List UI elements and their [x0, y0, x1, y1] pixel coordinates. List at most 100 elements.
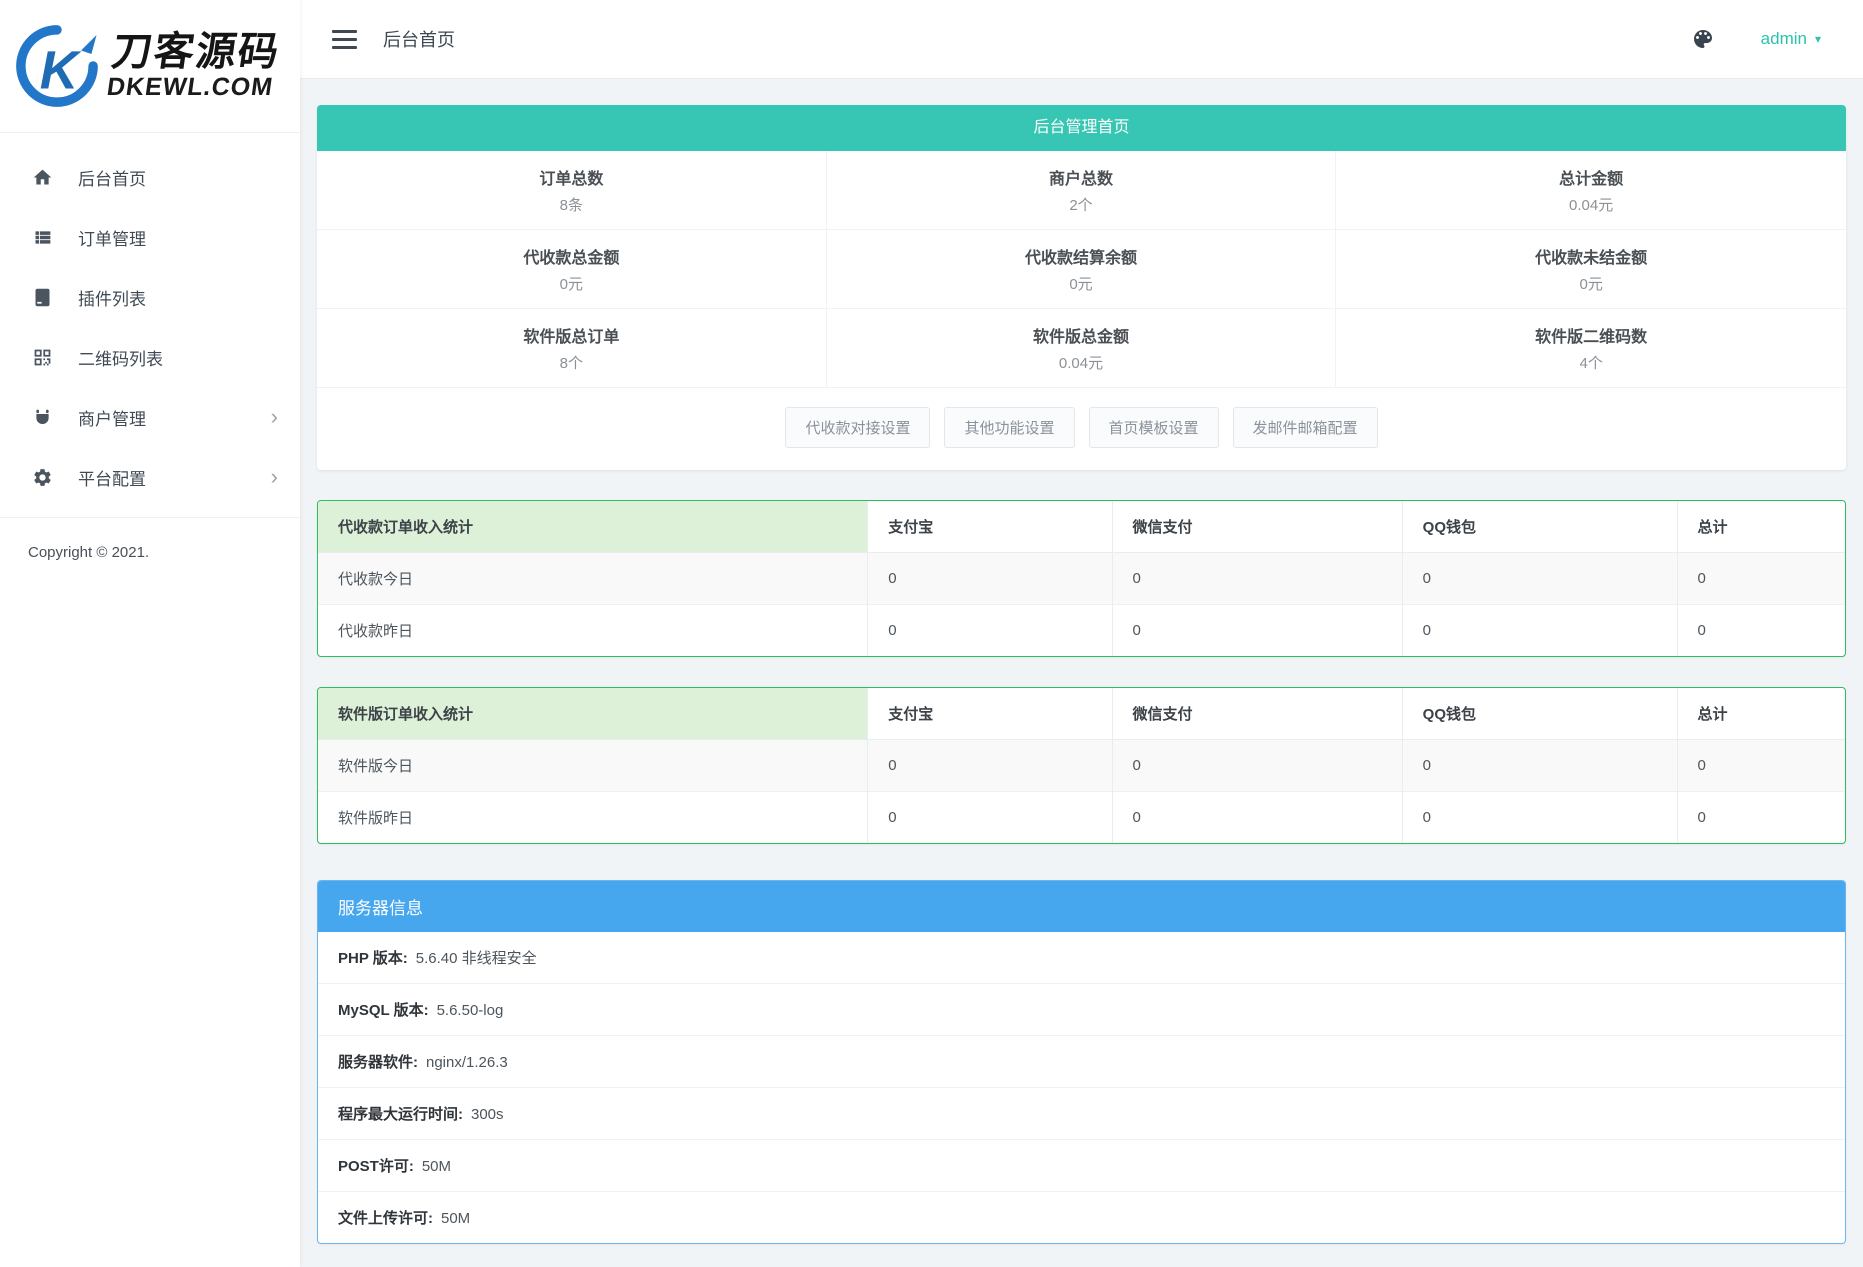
email-config-button[interactable]: 发邮件邮箱配置 — [1233, 407, 1378, 448]
logo[interactable]: K 刀客源码 DKEWL.COM — [0, 0, 300, 133]
collection-income-table: 代收款订单收入统计 支付宝 微信支付 QQ钱包 总计 代收款今日 0 0 0 — [317, 500, 1846, 657]
stat-label: 代收款结算余额 — [1025, 244, 1137, 268]
stat-label: 软件版二维码数 — [1535, 323, 1647, 347]
sidebar-item-merchants[interactable]: 商户管理 › — [0, 387, 300, 447]
stat-value: 8个 — [560, 352, 583, 373]
server-row-software: 服务器软件: nginx/1.26.3 — [318, 1036, 1845, 1088]
theme-palette-icon[interactable] — [1691, 27, 1715, 51]
stat-label: 总计金额 — [1559, 165, 1623, 189]
stat-value: 8条 — [560, 194, 583, 215]
sidebar-item-qrcodes[interactable]: 二维码列表 — [0, 327, 300, 387]
logo-subtitle: DKEWL.COM — [105, 73, 277, 102]
table-header-row: 代收款订单收入统计 支付宝 微信支付 QQ钱包 总计 — [318, 501, 1845, 553]
dashboard-panel-title: 后台管理首页 — [317, 105, 1846, 151]
table-row: 代收款昨日 0 0 0 0 — [318, 605, 1845, 657]
server-row-upload-limit: 文件上传许可: 50M — [318, 1192, 1845, 1243]
row-label: 代收款今日 — [318, 553, 868, 605]
column-header-alipay: 支付宝 — [868, 501, 1112, 553]
cell-value: 0 — [1402, 792, 1677, 844]
stat-collection-unsettled: 代收款未结金额 0元 — [1336, 230, 1846, 309]
home-icon — [30, 165, 54, 189]
cell-value: 0 — [1677, 792, 1845, 844]
column-header-total: 总计 — [1677, 688, 1845, 740]
stat-software-qrcodes: 软件版二维码数 4个 — [1336, 309, 1846, 388]
server-row-label: 程序最大运行时间: — [338, 1106, 463, 1123]
chevron-right-icon: › — [271, 466, 278, 488]
cell-value: 0 — [1677, 553, 1845, 605]
other-functions-button[interactable]: 其他功能设置 — [944, 407, 1074, 448]
main-column: 后台首页 admin ▾ 后台管理首页 订单总数 8条 — [300, 0, 1863, 1267]
table-header-row: 软件版订单收入统计 支付宝 微信支付 QQ钱包 总计 — [318, 688, 1845, 740]
server-row-label: MySQL 版本: — [338, 1002, 429, 1019]
row-label: 软件版昨日 — [318, 792, 868, 844]
sidebar-footer: Copyright © 2021. — [0, 517, 300, 587]
sidebar-item-platform-config[interactable]: 平台配置 › — [0, 447, 300, 507]
server-row-php: PHP 版本: 5.6.40 非线程安全 — [318, 932, 1845, 984]
qrcode-icon — [30, 345, 54, 369]
cell-value: 0 — [1112, 740, 1402, 792]
cell-value: 0 — [868, 553, 1112, 605]
server-row-label: 文件上传许可: — [338, 1210, 433, 1227]
column-header-qq: QQ钱包 — [1402, 501, 1677, 553]
caret-down-icon: ▾ — [1815, 32, 1821, 46]
stat-value: 0元 — [560, 273, 583, 294]
server-row-value: 300s — [471, 1106, 504, 1123]
table-row: 软件版今日 0 0 0 0 — [318, 740, 1845, 792]
table-row: 软件版昨日 0 0 0 0 — [318, 792, 1845, 844]
cell-value: 0 — [868, 740, 1112, 792]
copyright-text: Copyright © 2021. — [28, 544, 272, 561]
server-row-label: POST许可: — [338, 1158, 414, 1175]
stat-value: 0元 — [1579, 273, 1602, 294]
server-row-value: 50M — [422, 1158, 451, 1175]
cell-value: 0 — [1112, 605, 1402, 657]
stat-total-merchants: 商户总数 2个 — [827, 151, 1337, 230]
stat-software-amount: 软件版总金额 0.04元 — [827, 309, 1337, 388]
sidebar-item-plugins[interactable]: 插件列表 — [0, 267, 300, 327]
table-title: 软件版订单收入统计 — [318, 688, 868, 740]
server-row-max-exec: 程序最大运行时间: 300s — [318, 1088, 1845, 1140]
sidebar-item-orders[interactable]: 订单管理 — [0, 207, 300, 267]
order-list-icon — [30, 225, 54, 249]
cell-value: 0 — [868, 605, 1112, 657]
server-row-value: 5.6.40 非线程安全 — [416, 950, 537, 967]
config-button-row: 代收款对接设置 其他功能设置 首页模板设置 发邮件邮箱配置 — [317, 388, 1846, 470]
stat-software-orders: 软件版总订单 8个 — [317, 309, 827, 388]
stat-label: 订单总数 — [539, 165, 603, 189]
page-title: 后台首页 — [383, 26, 455, 52]
table-row: 代收款今日 0 0 0 0 — [318, 553, 1845, 605]
stat-label: 代收款总金额 — [523, 244, 619, 268]
stat-value: 4个 — [1579, 352, 1602, 373]
stat-value: 0.04元 — [1569, 194, 1613, 215]
cell-value: 0 — [1112, 553, 1402, 605]
server-row-value: 50M — [441, 1210, 470, 1227]
sidebar-item-label: 商户管理 — [78, 405, 247, 430]
sidebar-item-label: 订单管理 — [78, 225, 278, 250]
row-label: 软件版今日 — [318, 740, 868, 792]
collection-settings-button[interactable]: 代收款对接设置 — [785, 407, 930, 448]
cell-value: 0 — [1677, 605, 1845, 657]
cell-value: 0 — [1112, 792, 1402, 844]
chevron-right-icon: › — [271, 406, 278, 428]
sidebar: K 刀客源码 DKEWL.COM 后台首页 订单管理 — [0, 0, 300, 1267]
server-info-title: 服务器信息 — [318, 881, 1845, 932]
stat-collection-settled: 代收款结算余额 0元 — [827, 230, 1337, 309]
plugin-book-icon — [30, 285, 54, 309]
stat-label: 商户总数 — [1049, 165, 1113, 189]
home-template-button[interactable]: 首页模板设置 — [1089, 407, 1219, 448]
logo-k-icon: K — [14, 20, 100, 112]
column-header-wechat: 微信支付 — [1112, 688, 1402, 740]
sidebar-item-home[interactable]: 后台首页 — [0, 147, 300, 207]
stat-total-amount: 总计金额 0.04元 — [1336, 151, 1846, 230]
software-income-table: 软件版订单收入统计 支付宝 微信支付 QQ钱包 总计 软件版今日 0 0 0 — [317, 687, 1846, 844]
stat-label: 软件版总订单 — [523, 323, 619, 347]
row-label: 代收款昨日 — [318, 605, 868, 657]
merchant-magnet-icon — [30, 405, 54, 429]
cell-value: 0 — [1402, 605, 1677, 657]
table-title: 代收款订单收入统计 — [318, 501, 868, 553]
server-row-label: PHP 版本: — [338, 950, 408, 967]
column-header-qq: QQ钱包 — [1402, 688, 1677, 740]
server-row-label: 服务器软件: — [338, 1054, 418, 1071]
menu-toggle-icon[interactable] — [330, 26, 359, 53]
server-row-value: nginx/1.26.3 — [426, 1054, 508, 1071]
user-menu[interactable]: admin ▾ — [1761, 29, 1821, 49]
